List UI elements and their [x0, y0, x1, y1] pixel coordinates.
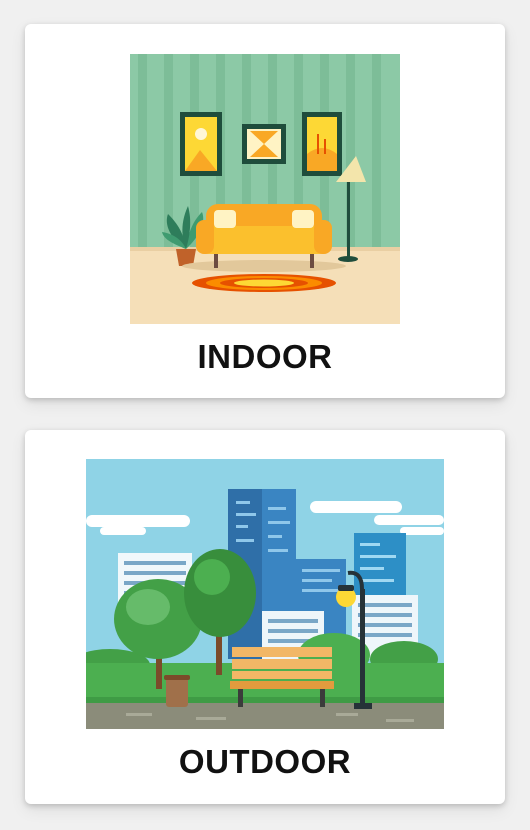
- indoor-card[interactable]: INDOOR: [25, 24, 505, 398]
- city-park-illustration: [86, 459, 444, 729]
- indoor-label: INDOOR: [197, 338, 333, 375]
- living-room-illustration: [130, 54, 400, 324]
- outdoor-label: OUTDOOR: [178, 743, 352, 780]
- outdoor-card[interactable]: OUTDOOR: [25, 430, 505, 804]
